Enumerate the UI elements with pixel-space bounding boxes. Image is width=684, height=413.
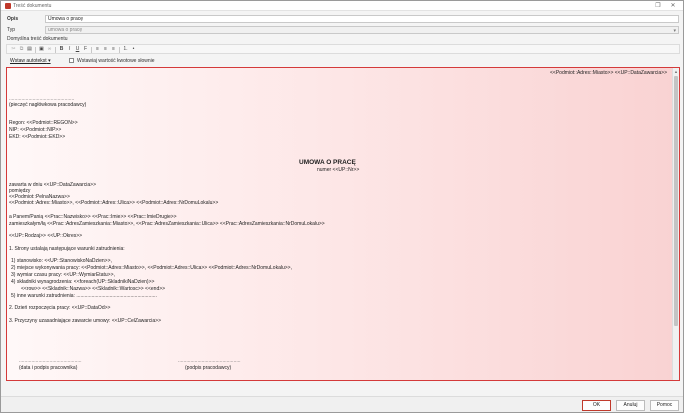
opis-row: Opis Umowa o pracę: [1, 14, 683, 24]
editor-scrollbar[interactable]: ▲: [672, 68, 679, 380]
font-icon[interactable]: F: [82, 46, 89, 53]
align-right-icon[interactable]: ≡: [110, 46, 117, 53]
bold-icon[interactable]: B: [58, 46, 65, 53]
item-4-line: 4) składniki wynagrodzenia: <<foreach(UP…: [11, 279, 155, 285]
bullet-list-icon[interactable]: •: [130, 46, 137, 53]
regon-line: Regon: <<Podmiot::REGON>>: [9, 120, 78, 126]
opis-label: Opis: [7, 16, 19, 22]
kind-period-line: <<UP::Rodzaj>> <<UP::Okres>>: [9, 233, 83, 239]
amount-in-words-label: Wstawiaj wartość kwotowe słownie: [77, 58, 155, 64]
dialog-button-bar: OK Anuluj Pomoc: [1, 396, 683, 412]
scroll-thumb[interactable]: [674, 76, 678, 326]
copy-icon[interactable]: ⧉: [18, 46, 25, 53]
title-bar: Treść dokumentu ❐ ✕: [1, 1, 683, 11]
signature-label-left: (data i podpis pracownika): [19, 365, 78, 371]
image-icon[interactable]: ▣: [38, 46, 45, 53]
window-title: Treść dokumentu: [13, 3, 52, 9]
item-3-line: 3) wymiar czasu pracy: <<UP::WymiarEtatu…: [11, 272, 115, 278]
link-icon[interactable]: ∞: [46, 46, 53, 53]
document-number: numer <<UP::Nr>>: [317, 167, 360, 173]
help-button[interactable]: Pomoc: [650, 400, 679, 411]
item-2-line: 2) miejsce wykonywania pracy: <<Podmiot:…: [11, 265, 292, 271]
separator: [91, 47, 92, 53]
app-icon: [5, 3, 11, 9]
section-2-line: 2. Dzień rozpoczęcia pracy: <<UP::DataOd…: [9, 305, 111, 311]
signature-label-right: (podpis pracodawcy): [185, 365, 232, 371]
format-toolbar: ✂ ⧉ ▤ ▣ ∞ B I U F ≡ ≡ ≡ ⒈ •: [6, 44, 680, 54]
place-date-line: <<Podmiot::Adres::Miasto>> <<UP::DataZaw…: [550, 70, 668, 76]
maximize-icon[interactable]: ❐: [652, 2, 664, 10]
employee-address-line: zamieszkałym/łą <<Prac::AdresZamieszkani…: [9, 221, 325, 227]
employer-address-line: <<Podmiot::Adres::Miasto>>, <<Podmiot::A…: [9, 200, 219, 206]
signature-dots-right: ........................................…: [178, 358, 241, 364]
ekd-line: EKD: <<Podmiot::EKD>>: [9, 134, 66, 140]
nip-line: NIP: <<Podmiot::NIP>>: [9, 127, 62, 133]
item-1-line: 1) stanowisko: <<UP::StanowiskoNaDzien>>…: [11, 258, 112, 264]
separator: [55, 47, 56, 53]
cancel-button[interactable]: Anuluj: [616, 400, 645, 411]
employee-line: a Panem/Panią <<Prac::Nazwisko>> <<Prac:…: [9, 214, 177, 220]
scroll-up-icon[interactable]: ▲: [674, 69, 678, 74]
numbered-list-icon[interactable]: ⒈: [122, 46, 129, 53]
typ-value: umowa o pracę: [48, 27, 83, 33]
ok-button[interactable]: OK: [582, 400, 611, 411]
typ-select[interactable]: umowa o pracę ▾: [45, 26, 679, 34]
amount-in-words-checkbox[interactable]: [69, 58, 74, 63]
close-icon[interactable]: ✕: [667, 2, 679, 10]
item-5-line: 5) inne warunki zatrudnienia: ..........…: [11, 293, 157, 299]
insert-autotext-link[interactable]: Wstaw autotekst ▾: [10, 58, 51, 64]
item-4b-line: <<row>> <<Skladnik::Nazwa>> <<Skladnik::…: [21, 286, 166, 292]
typ-row: Typ umowa o pracę ▾: [1, 25, 683, 35]
separator: [35, 47, 36, 53]
section-3-line: 3. Przyczyny uzasadniające zawarcie umow…: [9, 318, 162, 324]
stamp-label: (pieczęć nagłówkowa pracodawcy): [9, 102, 87, 108]
document-title: UMOWA O PRACĘ: [299, 159, 356, 166]
options-row: Wstaw autotekst ▾ Wstawiaj wartość kwoto…: [6, 57, 680, 65]
chevron-down-icon: ▾: [673, 28, 676, 34]
opis-input[interactable]: Umowa o pracę: [45, 15, 679, 23]
underline-icon[interactable]: U: [74, 46, 81, 53]
cut-icon[interactable]: ✂: [10, 46, 17, 53]
align-left-icon[interactable]: ≡: [94, 46, 101, 53]
align-center-icon[interactable]: ≡: [102, 46, 109, 53]
separator: [119, 47, 120, 53]
section-label: Domyślna treść dokumentu: [7, 36, 68, 42]
document-editor[interactable]: ▲ <<Podmiot::Adres::Miasto>> <<UP::DataZ…: [6, 67, 680, 381]
italic-icon[interactable]: I: [66, 46, 73, 53]
paste-icon[interactable]: ▤: [26, 46, 33, 53]
section-1-line: 1. Strony ustalają następujące warunki z…: [9, 246, 125, 252]
document-content-window: Treść dokumentu ❐ ✕ Opis Umowa o pracę T…: [0, 0, 684, 413]
signature-dots-left: ........................................…: [19, 358, 82, 364]
typ-label: Typ: [7, 27, 16, 33]
